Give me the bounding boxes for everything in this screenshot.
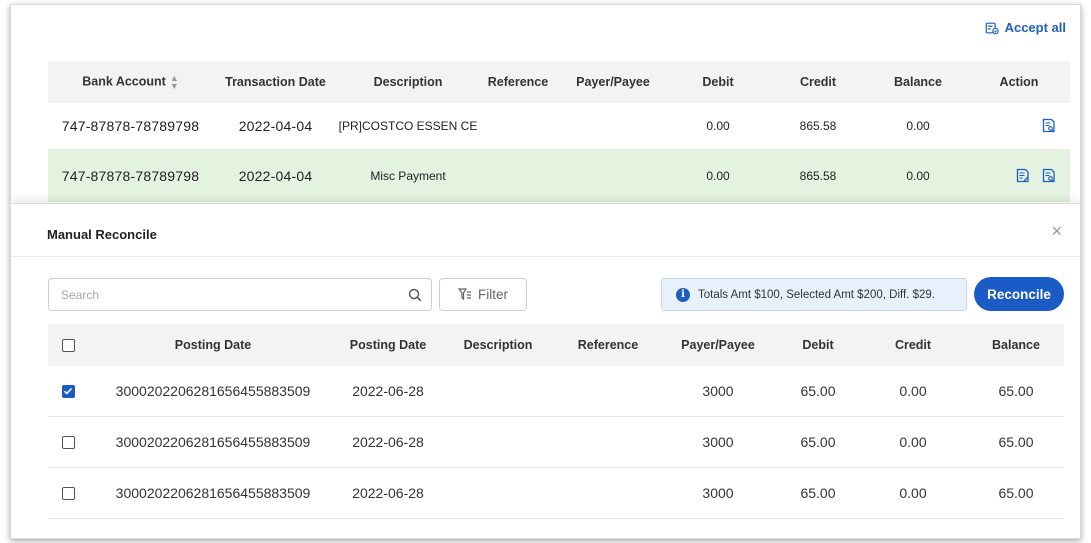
payer-payee-cell: 3000: [702, 485, 734, 501]
column-header-credit: Credit: [894, 338, 932, 352]
column-header-bank-account[interactable]: Bank Account ▲ ▼: [48, 74, 213, 91]
credit-cell: 865.58: [799, 169, 837, 183]
reconcile-button[interactable]: Reconcile: [974, 277, 1064, 311]
table-row[interactable]: 747-87878-78789798 2022-04-04 [PR]COSTCO…: [48, 103, 1070, 150]
debit-cell: 65.00: [800, 485, 836, 501]
bank-account-cell: 747-87878-78789798: [61, 118, 200, 134]
document-search-icon[interactable]: [1042, 118, 1056, 134]
transactions-table: Bank Account ▲ ▼ Transaction Date Descript…: [48, 61, 1070, 202]
column-header-posting-id: Posting Date: [174, 338, 252, 352]
totals-text: Totals Amt $100, Selected Amt $200, Diff…: [698, 288, 935, 301]
posting-id-cell: 3000202206281656455883509: [115, 383, 311, 399]
credit-cell: 865.58: [799, 119, 837, 133]
document-search-icon[interactable]: [1042, 168, 1056, 184]
posting-date-cell: 2022-06-28: [352, 383, 424, 399]
payer-payee-cell: 3000: [702, 383, 734, 399]
table-row[interactable]: 3000202206281656455883509 2022-06-28 300…: [48, 417, 1064, 468]
balance-cell: 0.00: [906, 119, 930, 133]
table-row[interactable]: 3000202206281656455883509 2022-06-28 300…: [48, 366, 1064, 417]
close-icon[interactable]: ×: [1051, 221, 1062, 242]
divider: [11, 256, 1080, 257]
payer-payee-cell: 3000: [702, 434, 734, 450]
description-cell: [PR]COSTCO ESSEN CE: [338, 119, 478, 133]
debit-cell: 0.00: [706, 119, 730, 133]
info-icon: i: [676, 287, 690, 302]
description-cell: Misc Payment: [370, 169, 446, 183]
balance-cell: 65.00: [998, 383, 1034, 399]
accept-all-button[interactable]: Accept all: [985, 20, 1066, 35]
postings-table: Posting Date Posting Date Description Re…: [48, 324, 1064, 519]
transaction-date-cell: 2022-04-04: [238, 118, 313, 134]
debit-cell: 0.00: [706, 169, 730, 183]
bank-account-cell: 747-87878-78789798: [61, 168, 200, 184]
credit-cell: 0.00: [899, 383, 927, 399]
column-header-action: Action: [999, 75, 1039, 89]
search-icon[interactable]: [399, 288, 431, 302]
filter-label: Filter: [478, 287, 508, 302]
row-select-cell: [48, 486, 88, 500]
row-checkbox[interactable]: [61, 486, 75, 500]
transactions-table-header: Bank Account ▲ ▼ Transaction Date Descript…: [48, 61, 1070, 103]
column-header-payer-payee: Payer/Payee: [576, 75, 650, 89]
posting-date-cell: 2022-06-28: [352, 485, 424, 501]
panel-title: Manual Reconcile: [47, 227, 157, 242]
posting-id-cell: 3000202206281656455883509: [115, 485, 311, 501]
search-box: [48, 278, 432, 311]
column-header-credit: Credit: [799, 75, 837, 89]
table-row-selected[interactable]: 747-87878-78789798 2022-04-04 Misc Payme…: [48, 150, 1070, 202]
sort-icon[interactable]: ▲ ▼: [170, 74, 179, 91]
balance-cell: 65.00: [998, 434, 1034, 450]
column-header-debit: Debit: [802, 338, 834, 352]
app-frame: Accept all Bank Account ▲ ▼ Transaction Da…: [10, 4, 1081, 539]
accept-all-label: Accept all: [1004, 20, 1066, 35]
row-checkbox-checked[interactable]: [61, 384, 75, 398]
totals-banner: i Totals Amt $100, Selected Amt $200, Di…: [661, 278, 967, 311]
accept-all-icon: [985, 22, 999, 34]
action-cell: [968, 118, 1070, 134]
column-header-transaction-date: Transaction Date: [225, 75, 326, 89]
action-cell: [968, 168, 1070, 184]
credit-cell: 0.00: [899, 485, 927, 501]
search-input[interactable]: [49, 279, 399, 310]
column-header-reference: Reference: [577, 338, 639, 352]
column-header-balance: Balance: [894, 75, 942, 89]
filter-icon: [458, 288, 471, 301]
column-header-description: Description: [463, 338, 533, 352]
transaction-date-cell: 2022-04-04: [238, 168, 313, 184]
table-row[interactable]: 3000202206281656455883509 2022-06-28 300…: [48, 468, 1064, 519]
column-header-debit: Debit: [702, 75, 734, 89]
row-select-cell: [48, 384, 88, 398]
balance-cell: 65.00: [998, 485, 1034, 501]
column-header-balance: Balance: [992, 338, 1040, 352]
balance-cell: 0.00: [906, 169, 930, 183]
posting-date-cell: 2022-06-28: [352, 434, 424, 450]
postings-table-header: Posting Date Posting Date Description Re…: [48, 324, 1064, 366]
debit-cell: 65.00: [800, 434, 836, 450]
debit-cell: 65.00: [800, 383, 836, 399]
column-header-payer-payee: Payer/Payee: [681, 338, 755, 352]
select-all-cell: [48, 338, 88, 352]
posting-id-cell: 3000202206281656455883509: [115, 434, 311, 450]
select-all-checkbox[interactable]: [61, 338, 75, 352]
column-header-reference: Reference: [487, 75, 549, 89]
row-select-cell: [48, 435, 88, 449]
filter-button[interactable]: Filter: [439, 278, 527, 311]
row-checkbox[interactable]: [61, 435, 75, 449]
column-header-posting-date: Posting Date: [349, 338, 427, 352]
checkmark-icon: [63, 387, 73, 395]
credit-cell: 0.00: [899, 434, 927, 450]
manual-reconcile-panel: Manual Reconcile × Filter i Totals Amt $…: [11, 203, 1080, 538]
column-header-description: Description: [373, 75, 443, 89]
document-edit-icon[interactable]: [1016, 168, 1030, 184]
